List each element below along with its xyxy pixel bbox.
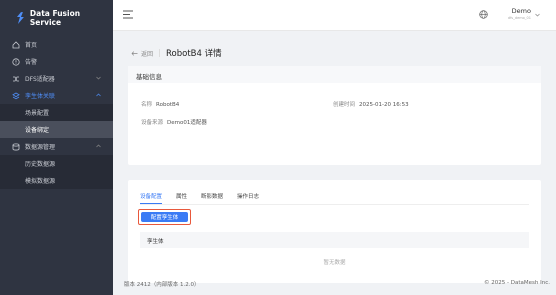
sidebar-subitem-history-source[interactable]: 历史数据源	[0, 155, 113, 172]
name-field: 名称 RobotB4	[141, 100, 179, 108]
sidebar-item-home[interactable]: 首页	[0, 36, 113, 53]
alert-icon	[12, 57, 20, 66]
title-divider	[159, 49, 161, 57]
device-source-label: 设备来源	[141, 120, 164, 126]
configure-twin-button[interactable]: 配置孪生体	[141, 212, 188, 222]
empty-state-text: 暂无数据	[323, 260, 346, 266]
shuffle-icon	[12, 75, 20, 83]
main-content: 返回 RobotB4 详情 基础信息 名称 RobotB4 创建时间 2025-01…	[113, 31, 556, 295]
sidebar-item-label: 数据源管理	[25, 144, 56, 151]
home-icon	[12, 40, 20, 49]
basic-info-heading: 基础信息	[128, 66, 541, 83]
tab-device-config[interactable]: 设备配置	[140, 192, 163, 204]
sidebar-item-label: 模拟数据源	[25, 178, 56, 185]
sidebar-item-label: 设备绑定	[25, 127, 50, 134]
tab-underline-divider	[140, 204, 529, 205]
sidebar-item-label: 告警	[25, 59, 38, 66]
sidebar-item-label: DFS适配器	[25, 76, 55, 83]
name-value: RobotB4	[156, 102, 180, 108]
sidebar-subitem-device-binding[interactable]: 设备绑定	[0, 121, 113, 138]
hamburger-menu-icon[interactable]	[123, 10, 133, 19]
logo-icon	[16, 12, 24, 24]
top-header: Demo dfs_demo_01	[113, 0, 556, 31]
user-menu[interactable]: Demo dfs_demo_01	[501, 7, 531, 20]
sidebar-item-dfs-adapter[interactable]: DFS适配器	[0, 70, 113, 87]
name-label: 名称	[141, 102, 153, 108]
tab-operation-log[interactable]: 操作日志	[237, 192, 259, 204]
sidebar: Data Fusion Service 首页 告警 DFS适配器 孪生体关联 场…	[0, 0, 113, 295]
tab-disconnect-data[interactable]: 断影数据	[201, 192, 223, 204]
chevron-up-icon	[96, 93, 101, 97]
basic-info-card: 基础信息 名称 RobotB4 创建时间 2025-01-20 16:53 设备来源…	[128, 66, 541, 165]
table-header-twin: 孪生体	[140, 232, 529, 248]
user-name: Demo	[511, 7, 531, 15]
layers-icon	[12, 92, 20, 100]
app-logo[interactable]: Data Fusion Service	[0, 0, 113, 36]
sidebar-item-label: 历史数据源	[25, 161, 56, 168]
arrow-left-icon	[131, 50, 138, 56]
sidebar-subitem-simulated-source[interactable]: 模拟数据源	[0, 172, 113, 189]
created-time-label: 创建时间	[333, 102, 356, 108]
created-time-value: 2025-01-20 16:53	[359, 102, 409, 108]
sidebar-item-label: 首页	[25, 42, 38, 49]
sidebar-item-twin[interactable]: 孪生体关联	[0, 87, 113, 104]
sidebar-item-alerts[interactable]: 告警	[0, 53, 113, 70]
page-title: RobotB4 详情	[166, 49, 222, 59]
copyright-text: © 2025 - DataMesh Inc.	[484, 280, 550, 286]
footer: 版本 2412（内部版本 1.2.0） © 2025 - DataMesh In…	[113, 275, 556, 295]
globe-icon[interactable]	[479, 10, 488, 19]
chevron-down-icon	[96, 76, 101, 80]
page-title-bar: 返回 RobotB4 详情	[131, 47, 222, 59]
user-subtitle: dfs_demo_01	[507, 16, 531, 20]
sidebar-item-label: 场景配置	[25, 110, 50, 117]
detail-tabs-card: 设备配置 属性 断影数据 操作日志 配置孪生体 孪生体 暂无数据	[128, 180, 541, 283]
version-text: 版本 2412（内部版本 1.2.0）	[124, 282, 200, 288]
sidebar-subitem-scene-config[interactable]: 场景配置	[0, 104, 113, 121]
tab-bar: 设备配置 属性 断影数据 操作日志	[140, 192, 273, 204]
device-source-value: Demo01适配器	[167, 120, 207, 126]
sidebar-item-datasource[interactable]: 数据源管理	[0, 138, 113, 155]
database-icon	[12, 142, 20, 151]
created-time-field: 创建时间 2025-01-20 16:53	[333, 100, 409, 108]
highlight-box: 配置孪生体	[138, 209, 191, 225]
chevron-down-icon[interactable]	[535, 13, 540, 17]
app-name: Data Fusion Service	[29, 9, 81, 27]
back-link[interactable]: 返回	[131, 49, 153, 58]
tab-properties[interactable]: 属性	[176, 192, 187, 204]
back-label: 返回	[141, 50, 154, 58]
chevron-up-icon	[96, 144, 101, 148]
sidebar-item-label: 孪生体关联	[25, 93, 56, 100]
device-source-field: 设备来源 Demo01适配器	[141, 118, 207, 126]
